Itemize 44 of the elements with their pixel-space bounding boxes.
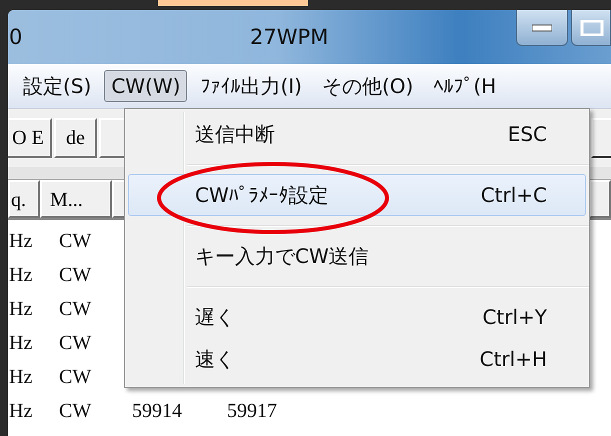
- table-cell-text: CW: [59, 366, 92, 388]
- menu-item-label: 速く: [195, 346, 235, 372]
- shortcut-label: ESC: [508, 122, 547, 146]
- table-cell-text: CW: [59, 264, 92, 286]
- menu-item[interactable]: 設定(S): [16, 68, 98, 104]
- menu-item-label: キー入力でCW送信: [195, 242, 369, 270]
- table-cell-text: Hz: [9, 400, 34, 422]
- menu-item-label: CWﾊﾟﾗﾒｰﾀ設定: [195, 182, 329, 208]
- toolbar-button[interactable]: de: [54, 118, 97, 158]
- minimize-button[interactable]: [516, 10, 568, 46]
- maximize-button[interactable]: [571, 10, 611, 46]
- shortcut-label: Ctrl+H: [480, 347, 547, 371]
- menu-item-label: 送信中断: [195, 120, 275, 148]
- table-cell-text: 59914: [132, 400, 183, 422]
- table-cell-text: Hz: [9, 332, 34, 354]
- window-title: 0: [9, 25, 22, 49]
- table-cell-text: Hz: [9, 264, 34, 286]
- menu-item[interactable]: 遅く Ctrl+Y: [128, 296, 586, 338]
- menu-item[interactable]: CWﾊﾟﾗﾒｰﾀ設定 Ctrl+C: [128, 174, 586, 216]
- menu-item[interactable]: ﾌｧｲﾙ出力(I): [193, 68, 309, 104]
- table-cell-text: CW: [59, 298, 92, 320]
- column-header[interactable]: M...: [40, 180, 112, 218]
- menu-item[interactable]: キー入力でCW送信: [128, 235, 586, 277]
- table-cell-text: CW: [59, 400, 92, 422]
- table-cell-text: Hz: [9, 366, 34, 388]
- menu-item-label: 遅く: [195, 304, 235, 330]
- table-cell-text: CW: [59, 332, 92, 354]
- menu-item[interactable]: 送信中断 ESC: [128, 113, 586, 155]
- toolbar-button[interactable]: [591, 118, 611, 158]
- shortcut-label: Ctrl+C: [480, 183, 547, 207]
- window-title: 27WPM: [249, 25, 330, 49]
- menu-item[interactable]: ﾍﾙﾌﾟ(H: [426, 70, 504, 102]
- table-cell-text: Hz: [9, 230, 34, 252]
- maximize-icon: [580, 20, 604, 36]
- minimize-icon: [532, 24, 552, 32]
- menu-item[interactable]: その他(O): [314, 68, 420, 104]
- shortcut-label: Ctrl+Y: [482, 305, 547, 329]
- table-cell-text: CW: [59, 230, 92, 252]
- column-header[interactable]: q.: [8, 180, 40, 218]
- toolbar-button[interactable]: O E: [8, 118, 52, 158]
- menu-item[interactable]: CW(W): [104, 70, 188, 102]
- menu-item[interactable]: 速く Ctrl+H: [128, 338, 586, 380]
- table-cell-text: Hz: [9, 298, 34, 320]
- table-cell: 59917: [227, 400, 277, 422]
